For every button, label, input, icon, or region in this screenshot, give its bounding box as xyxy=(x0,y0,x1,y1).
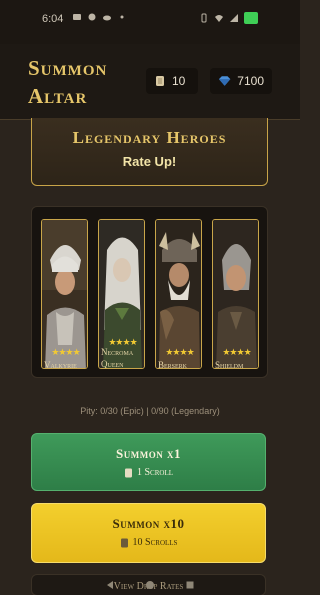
gem-icon xyxy=(218,76,231,86)
hero-name: Berserk xyxy=(158,360,188,369)
summon-x10-label: Summon x10 xyxy=(112,516,185,531)
summon-x1-cost-text: 1 Scroll xyxy=(136,467,173,478)
hero-name: Valkyrie xyxy=(44,360,77,369)
battery-icon xyxy=(244,12,258,24)
summon-x1-button[interactable]: Summon x1 1 Scroll xyxy=(31,433,266,491)
system-nav-bar xyxy=(0,574,300,595)
vibrate-icon xyxy=(201,13,207,23)
gem-currency[interactable]: 7100 xyxy=(210,68,272,94)
scroll-icon xyxy=(156,76,164,86)
wifi-icon xyxy=(215,15,223,22)
status-bar: 6:04 xyxy=(0,0,300,44)
dot-icon xyxy=(120,15,124,19)
hero-stars: ★★★★ xyxy=(165,348,194,358)
shieldmaiden-portrait xyxy=(213,220,258,368)
recents-icon[interactable] xyxy=(185,580,195,590)
home-icon[interactable] xyxy=(145,580,155,590)
scroll-currency[interactable]: 10 xyxy=(146,68,198,94)
status-notification-icons xyxy=(72,12,127,22)
pity-counter: Pity: 0/30 (Epic) | 0/90 (Legendary) xyxy=(80,406,220,416)
hero-card-berserker[interactable]: ★★★★ Berserk xyxy=(155,219,202,369)
banner-title: Legendary Heroes xyxy=(72,128,227,147)
status-system-icons xyxy=(199,12,258,24)
featured-heroes-panel: ★★★★ Valkyrie ★★★★ Necroma Queen ★★★★ Be… xyxy=(31,206,268,378)
location-icon xyxy=(88,13,96,21)
hero-name-line1: Necroma xyxy=(101,347,134,357)
status-time: 6:04 xyxy=(42,13,64,25)
cloud-icon xyxy=(103,15,111,21)
summon-x1-cost: 1 Scroll xyxy=(32,467,265,478)
valkyrie-portrait xyxy=(42,220,87,368)
berserker-portrait xyxy=(156,220,201,368)
hero-card-shieldmaiden[interactable]: ★★★★ Shieldm xyxy=(212,219,259,369)
hero-name-line2: Queen xyxy=(101,359,124,369)
scroll-icon xyxy=(120,538,128,547)
header: Summon Altar 10 7100 xyxy=(0,44,300,120)
summon-x1-label: Summon x1 xyxy=(116,446,181,461)
back-icon[interactable] xyxy=(105,580,115,590)
notification-icon xyxy=(73,14,81,20)
legendary-banner: Legendary Heroes Rate Up! xyxy=(31,118,268,186)
summon-x10-cost: 10 Scrolls xyxy=(32,537,265,548)
page-title: Summon Altar xyxy=(28,56,108,108)
scroll-count: 10 xyxy=(172,74,186,88)
scroll-icon xyxy=(124,468,132,477)
gem-count: 7100 xyxy=(237,74,264,88)
hero-stars: ★★★★ xyxy=(51,348,80,358)
hero-card-valkyrie[interactable]: ★★★★ Valkyrie xyxy=(41,219,88,369)
banner-subtitle: Rate Up! xyxy=(122,154,177,169)
hero-stars: ★★★★ xyxy=(222,348,251,358)
signal-icon xyxy=(230,14,238,22)
hero-name: Shieldm xyxy=(215,360,244,369)
summon-x10-cost-text: 10 Scrolls xyxy=(132,537,178,548)
hero-card-necromancer-queen[interactable]: ★★★★ Necroma Queen xyxy=(98,219,145,369)
summon-x10-button[interactable]: Summon x10 10 Scrolls xyxy=(31,503,266,563)
